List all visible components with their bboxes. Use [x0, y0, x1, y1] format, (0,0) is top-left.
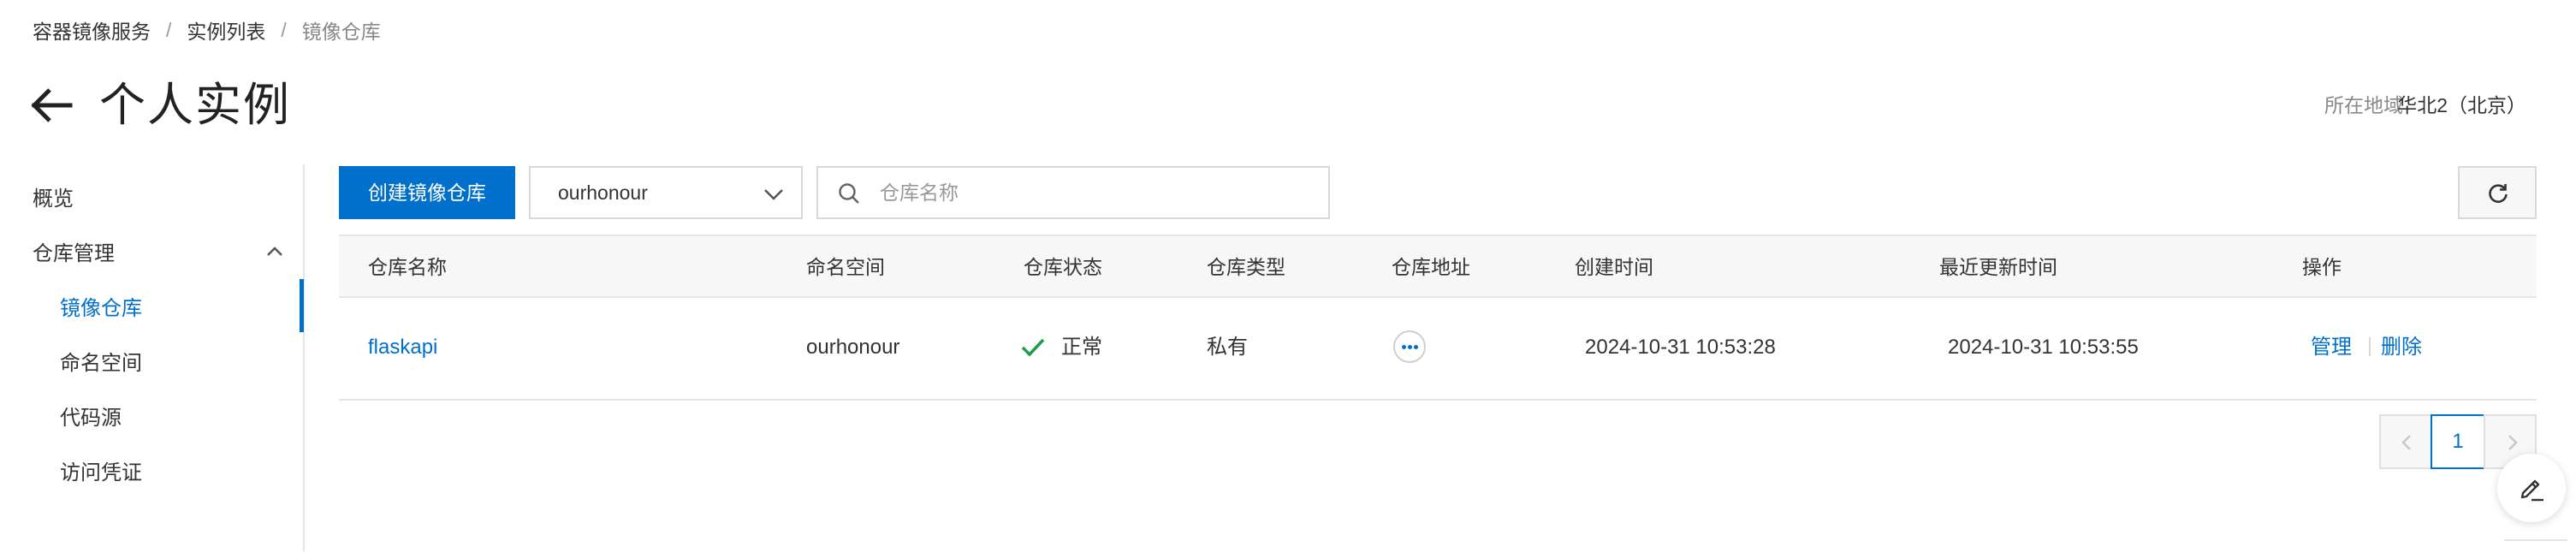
sidebar-active-indicator — [300, 279, 304, 332]
region-value: 华北2（北京） — [2397, 94, 2526, 116]
page-number-current[interactable]: 1 — [2431, 414, 2485, 469]
repo-name-search-input[interactable] — [880, 175, 1308, 211]
page-title: 个人实例 — [99, 80, 291, 131]
sidebar-item-image-repo[interactable]: 镜像仓库 — [60, 294, 142, 324]
created-time: 2024-10-31 10:53:28 — [1585, 336, 1776, 359]
refresh-button[interactable] — [2458, 166, 2537, 219]
chevron-left-icon — [2401, 435, 2411, 450]
col-header-updated: 最近更新时间 — [1939, 256, 2057, 278]
breadcrumb-item-instance-list[interactable]: 实例列表 — [187, 15, 265, 45]
namespace-select-value: ourhonour — [558, 181, 648, 204]
col-header-created: 创建时间 — [1575, 256, 1653, 278]
check-icon — [1021, 338, 1045, 357]
refresh-icon — [2489, 184, 2508, 203]
action-divider — [2369, 337, 2371, 356]
col-header-actions: 操作 — [2302, 256, 2342, 278]
region-label: 所在地域 — [2324, 94, 2403, 116]
feedback-button[interactable] — [2497, 454, 2566, 522]
namespace-select[interactable]: ourhonour — [529, 166, 803, 219]
sidebar: 概览 仓库管理 镜像仓库 命名空间 代码源 访问凭证 — [0, 163, 306, 551]
sidebar-item-code-source[interactable]: 代码源 — [60, 404, 122, 433]
col-header-repo-name: 仓库名称 — [368, 256, 447, 278]
col-header-namespace: 命名空间 — [806, 256, 885, 278]
breadcrumb: 容器镜像服务 / 实例列表 / 镜像仓库 — [33, 15, 381, 45]
breadcrumb-separator: / — [281, 18, 287, 41]
edit-icon — [2520, 479, 2543, 502]
arrow-left-icon[interactable] — [29, 82, 75, 128]
col-header-address: 仓库地址 — [1392, 256, 1470, 278]
prev-page-button[interactable] — [2379, 414, 2432, 469]
col-header-type: 仓库类型 — [1207, 256, 1285, 278]
sidebar-divider — [303, 164, 305, 551]
more-icon[interactable] — [1393, 330, 1426, 363]
breadcrumb-item-current: 镜像仓库 — [301, 21, 381, 43]
breadcrumb-item-cr-service[interactable]: 容器镜像服务 — [33, 15, 151, 45]
breadcrumb-separator: / — [166, 18, 172, 41]
updated-time: 2024-10-31 10:53:55 — [1948, 336, 2139, 359]
chevron-right-icon — [2508, 435, 2518, 450]
repo-namespace: ourhonour — [806, 336, 900, 359]
chevron-up-icon[interactable] — [262, 239, 288, 265]
search-box — [816, 166, 1330, 219]
create-repo-button[interactable]: 创建镜像仓库 — [339, 166, 515, 219]
search-icon — [839, 183, 859, 204]
sidebar-item-namespace[interactable]: 命名空间 — [60, 349, 142, 378]
sidebar-item-access-credential[interactable]: 访问凭证 — [60, 459, 142, 488]
sidebar-item-overview[interactable]: 概览 — [33, 185, 74, 214]
table-row: flaskapi ourhonour 正常 私有 2024-10-31 10:5… — [339, 298, 2537, 401]
sidebar-group-repo-manage[interactable]: 仓库管理 — [33, 240, 115, 269]
col-header-status: 仓库状态 — [1024, 256, 1102, 278]
table-header: 仓库名称 命名空间 仓库状态 仓库类型 仓库地址 创建时间 最近更新时间 操作 — [339, 235, 2537, 298]
chevron-down-icon — [764, 189, 783, 200]
manage-link[interactable]: 管理 — [2311, 334, 2352, 361]
repo-type: 私有 — [1207, 336, 1248, 359]
status-text: 正常 — [1061, 336, 1102, 359]
repo-name-link[interactable]: flaskapi — [368, 334, 437, 361]
delete-link[interactable]: 删除 — [2381, 334, 2422, 361]
